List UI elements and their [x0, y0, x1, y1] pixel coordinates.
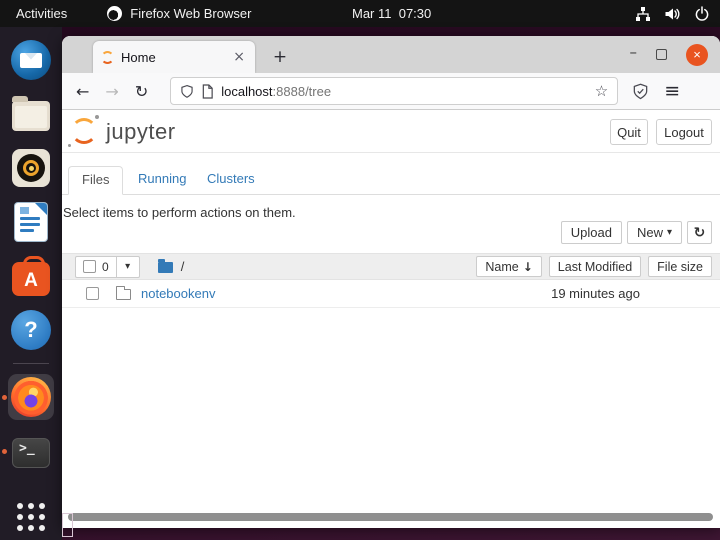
activities-button[interactable]: Activities [0, 0, 83, 27]
tab-running[interactable]: Running [138, 171, 186, 186]
back-icon[interactable]: ← [76, 82, 89, 101]
url-text: localhost:8888/tree [221, 84, 331, 99]
list-header: 0 ▾ / Name ↓ Last Modified File size [62, 253, 720, 280]
sort-name-button[interactable]: Name ↓ [476, 256, 542, 277]
breadcrumb[interactable]: / [181, 259, 185, 274]
refresh-button[interactable]: ↻ [687, 221, 712, 244]
jupyter-favicon [101, 50, 114, 64]
arrow-down-icon: ↓ [522, 259, 533, 274]
horizontal-scrollbar[interactable] [68, 513, 713, 521]
desktop: Activities Firefox Web Browser Mar 11 07… [0, 0, 720, 540]
tabs-divider [62, 194, 720, 195]
resize-handle-artifact [62, 513, 73, 537]
minimize-button[interactable]: – [630, 44, 638, 63]
rhythmbox-icon [12, 149, 50, 187]
hint-text: Select items to perform actions on them. [63, 205, 296, 220]
ubuntu-software-icon: A [12, 255, 50, 296]
libreoffice-writer-icon [15, 203, 47, 241]
system-tray[interactable] [635, 5, 710, 22]
bookmark-star-icon[interactable]: ☆ [595, 82, 608, 100]
sort-modified-button[interactable]: Last Modified [548, 256, 642, 277]
dock-item-terminal[interactable]: >_ [2, 428, 54, 474]
sort-size-button[interactable]: File size [648, 256, 712, 277]
help-icon: ? [11, 310, 51, 350]
reload-icon[interactable]: ↻ [135, 82, 148, 101]
maximize-button[interactable] [656, 49, 667, 60]
clock[interactable]: Mar 11 07:30 [352, 6, 431, 21]
window-close-button[interactable]: × [686, 43, 708, 66]
jupyter-page: jupyter Quit Logout Files Running Cluste… [62, 111, 720, 528]
dock-item-app-grid[interactable] [8, 494, 54, 540]
firefox-icon [11, 377, 51, 417]
navigation-toolbar: ← → ↻ localhost:8888/tree ☆ ≡ [62, 73, 720, 110]
page-info-icon[interactable] [201, 83, 214, 99]
file-link[interactable]: notebookenv [141, 286, 215, 301]
protections-shield-icon[interactable] [632, 83, 649, 100]
new-tab-button[interactable]: + [267, 44, 293, 70]
firefox-window: Home × + – × ← → ↻ localhost:8888/tree ☆… [62, 36, 720, 528]
forward-icon: → [105, 81, 119, 101]
last-modified-value: 19 minutes ago [551, 286, 640, 301]
file-row: notebookenv 19 minutes ago [62, 280, 720, 308]
network-icon [636, 6, 650, 21]
select-all-checkbox[interactable] [83, 260, 96, 273]
jupyter-logo-icon[interactable] [68, 115, 99, 147]
select-filter-dropdown[interactable]: ▾ [115, 255, 140, 278]
jupyter-header: jupyter Quit Logout [62, 111, 720, 153]
volume-icon [665, 8, 680, 19]
folder-icon [116, 286, 131, 300]
new-dropdown-button[interactable]: New ▾ [626, 221, 682, 244]
tab-files[interactable]: Files [68, 166, 124, 195]
logout-button[interactable]: Logout [656, 119, 712, 145]
url-host: localhost [221, 83, 273, 99]
files-icon [12, 96, 50, 131]
selected-count: 0 [102, 259, 109, 274]
focused-app-label: Firefox Web Browser [130, 6, 252, 21]
dock-item-rhythmbox[interactable] [8, 145, 54, 191]
app-grid-icon [17, 503, 45, 531]
breadcrumb-folder-icon[interactable] [157, 259, 173, 273]
thunderbird-icon [11, 40, 51, 80]
power-icon [695, 5, 709, 21]
upload-button[interactable]: Upload [560, 221, 622, 244]
tab-clusters[interactable]: Clusters [207, 171, 255, 186]
list-actions: Upload New ▾ ↻ [560, 221, 712, 244]
tab-title: Home [121, 49, 156, 65]
shield-permissions-icon[interactable] [180, 84, 194, 99]
gnome-top-bar: Activities Firefox Web Browser Mar 11 07… [0, 0, 720, 27]
dock-item-firefox[interactable] [2, 374, 54, 420]
url-path: :8888/tree [272, 83, 332, 99]
url-bar[interactable]: localhost:8888/tree ☆ [170, 77, 619, 105]
caret-down-icon: ▾ [666, 227, 672, 238]
dock-separator [13, 363, 49, 364]
jupyter-brand: jupyter [106, 119, 176, 144]
select-all-button[interactable]: 0 [75, 255, 117, 278]
running-indicator [2, 395, 7, 400]
dock-item-help[interactable]: ? [8, 307, 54, 353]
dock-item-libreoffice-writer[interactable] [8, 199, 54, 245]
firefox-mono-icon [107, 6, 123, 21]
dock-item-ubuntu-software[interactable]: A [8, 253, 54, 299]
running-indicator [2, 449, 7, 454]
tab-close-icon[interactable]: × [231, 49, 247, 65]
row-checkbox[interactable] [86, 287, 99, 300]
dock: A ? >_ [0, 27, 62, 540]
focused-app-menu[interactable]: Firefox Web Browser [107, 6, 251, 21]
browser-tab-home[interactable]: Home × [93, 41, 255, 73]
hamburger-menu-icon[interactable]: ≡ [664, 80, 680, 102]
quit-button[interactable]: Quit [610, 119, 648, 145]
dock-item-thunderbird[interactable] [8, 37, 54, 83]
terminal-icon: >_ [12, 438, 50, 468]
dock-item-files[interactable] [8, 91, 54, 137]
tab-bar: Home × + – × [62, 36, 720, 73]
